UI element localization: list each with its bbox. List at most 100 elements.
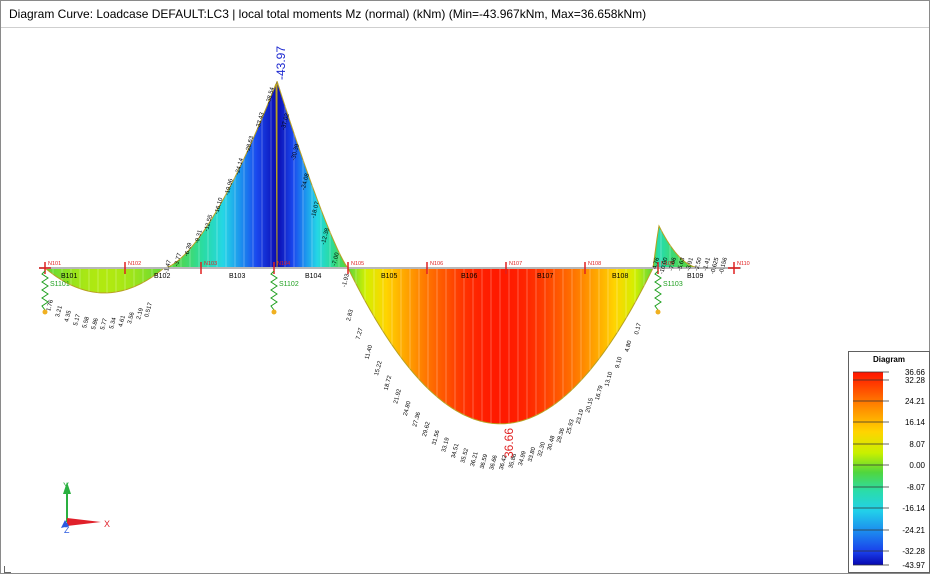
value-label: 5.86 bbox=[91, 317, 100, 330]
diagram-strip bbox=[476, 268, 477, 420]
diagram-strip bbox=[637, 268, 638, 298]
diagram-strip bbox=[255, 133, 256, 268]
diagram-strip bbox=[597, 268, 598, 361]
value-label: 30.48 bbox=[547, 435, 557, 452]
axis-triad: Y X Z bbox=[61, 481, 110, 535]
diagram-strip bbox=[238, 170, 239, 268]
diagram-strip bbox=[433, 268, 434, 394]
diagram-strip bbox=[245, 155, 246, 268]
beam-label-b106: B106 bbox=[461, 273, 477, 280]
diagram-strip bbox=[299, 150, 300, 268]
support-s1103[interactable]: S1103 bbox=[655, 271, 683, 315]
diagram-strip bbox=[375, 268, 376, 319]
value-label: 18.72 bbox=[384, 374, 394, 391]
diagram-strip bbox=[230, 186, 231, 268]
diagram-strip bbox=[309, 178, 310, 268]
diagram-strip bbox=[537, 268, 538, 415]
resize-corner[interactable] bbox=[4, 566, 11, 573]
value-label: 9.10 bbox=[615, 356, 624, 369]
node-label: N101 bbox=[48, 261, 61, 267]
diagram-strip bbox=[359, 268, 360, 291]
diagram-strip bbox=[609, 268, 610, 344]
diagram-strip bbox=[640, 268, 641, 292]
diagram-strip bbox=[420, 268, 421, 381]
diagram-strip bbox=[237, 172, 238, 268]
diagram-strip bbox=[85, 268, 86, 290]
diagram-strip bbox=[363, 268, 364, 298]
diagram-strip bbox=[132, 268, 133, 287]
diagram-strip bbox=[232, 182, 233, 268]
diagram-strip bbox=[110, 268, 111, 293]
diagram-strip bbox=[239, 168, 240, 268]
diagram-strip bbox=[498, 268, 499, 424]
beam-label-b105: B105 bbox=[381, 273, 397, 280]
diagram-strip bbox=[87, 268, 88, 291]
diagram-strip bbox=[486, 268, 487, 422]
diagram-strip bbox=[90, 268, 91, 292]
support-s1102[interactable]: S1102 bbox=[271, 271, 299, 315]
diagram-strip bbox=[268, 102, 269, 268]
diagram-strip bbox=[412, 268, 413, 372]
diagram-strip bbox=[57, 268, 58, 277]
diagram-strip bbox=[195, 242, 196, 268]
diagram-strip bbox=[91, 268, 92, 292]
diagram-strip bbox=[439, 268, 440, 399]
diagram-strip bbox=[413, 268, 414, 373]
diagram-strip bbox=[575, 268, 576, 386]
value-label: 7.27 bbox=[356, 327, 365, 340]
diagram-strip bbox=[596, 268, 597, 362]
moment-diagram-hatching bbox=[45, 81, 701, 424]
beam-label-b104: B104 bbox=[305, 273, 321, 280]
diagram-viewport[interactable]: N101N102N103N104N105N106N107N108N109N110… bbox=[1, 28, 929, 573]
diagram-strip bbox=[594, 268, 595, 365]
diagram-strip bbox=[83, 268, 84, 290]
diagram-strip bbox=[267, 105, 268, 268]
diagram-strip bbox=[494, 268, 495, 424]
diagram-strip bbox=[247, 151, 248, 268]
diagram-strip bbox=[96, 268, 97, 292]
spring-symbol bbox=[655, 271, 661, 310]
diagram-strip bbox=[112, 268, 113, 292]
diagram-strip bbox=[429, 268, 430, 390]
diagram-strip bbox=[552, 268, 553, 406]
diagram-strip bbox=[631, 268, 632, 309]
diagram-strip bbox=[280, 92, 281, 268]
value-label: 27.36 bbox=[412, 411, 422, 428]
diagram-strip bbox=[461, 268, 462, 414]
diagram-strip bbox=[558, 268, 559, 401]
node-label: N108 bbox=[588, 261, 601, 267]
diagram-strip bbox=[279, 89, 280, 268]
diagram-strip bbox=[522, 268, 523, 421]
diagram-strip bbox=[362, 268, 363, 296]
value-label: 32.30 bbox=[537, 441, 547, 458]
diagram-strip bbox=[395, 268, 396, 350]
diagram-strip bbox=[108, 268, 109, 293]
diagram-strip bbox=[489, 268, 490, 423]
diagram-strip bbox=[139, 268, 140, 284]
diagram-strip bbox=[194, 243, 195, 268]
diagram-strip bbox=[441, 268, 442, 400]
diagram-strip bbox=[396, 268, 397, 351]
legend-title: Diagram bbox=[849, 355, 929, 364]
value-label: 34.99 bbox=[518, 450, 528, 467]
diagram-strip bbox=[56, 268, 57, 277]
diagram-strip bbox=[379, 268, 380, 326]
diagram-strip bbox=[434, 268, 435, 395]
diagram-strip bbox=[370, 268, 371, 311]
node-n110[interactable]: N110 bbox=[728, 261, 750, 274]
node-label: N106 bbox=[430, 261, 443, 267]
diagram-strip bbox=[471, 268, 472, 418]
diagram-strip bbox=[430, 268, 431, 391]
diagram-strip bbox=[221, 202, 222, 268]
diagram-strip bbox=[287, 114, 288, 268]
diagram-strip bbox=[564, 268, 565, 396]
diagram-strip bbox=[224, 197, 225, 268]
diagram-strip bbox=[240, 166, 241, 268]
diagram-strip bbox=[184, 255, 185, 268]
diagram-strip bbox=[86, 268, 87, 291]
diagram-strip bbox=[227, 192, 228, 268]
diagram-strip bbox=[55, 268, 56, 276]
diagram-strip bbox=[319, 206, 320, 268]
diagram-strip bbox=[366, 268, 367, 304]
diagram-strip bbox=[372, 268, 373, 314]
